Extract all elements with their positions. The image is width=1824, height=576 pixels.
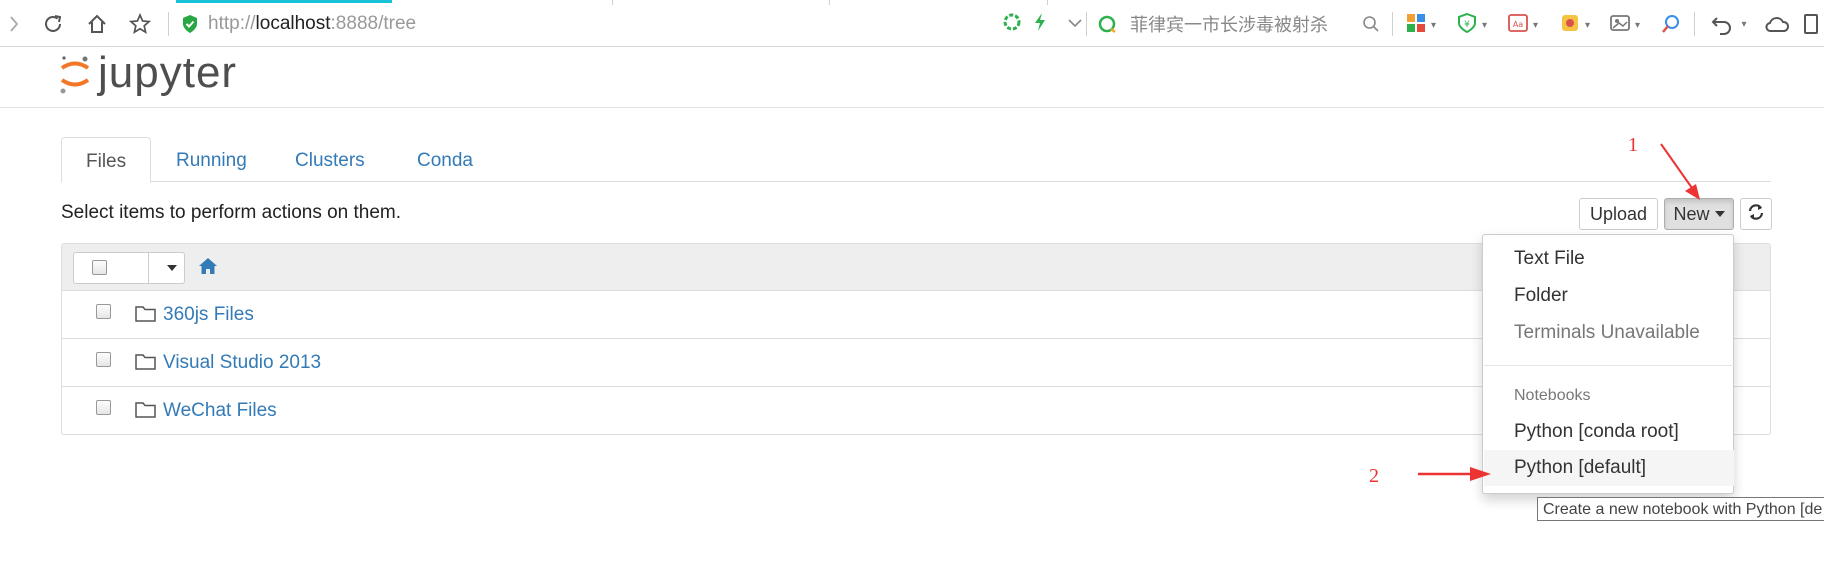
folder-icon [135, 401, 156, 423]
apps-grid-icon [1405, 12, 1427, 39]
jupyter-logo[interactable]: jupyter [58, 49, 237, 97]
logo-text: jupyter [98, 48, 238, 97]
search-icon[interactable] [1360, 10, 1382, 38]
refresh-icon [1747, 203, 1765, 226]
undo-icon[interactable] [1708, 10, 1736, 38]
new-dropdown-menu: Text File Folder Terminals Unavailable N… [1482, 234, 1734, 494]
menu-item-terminals: Terminals Unavailable [1514, 322, 1700, 343]
search-field[interactable]: 菲律宾一市长涉毒被射杀 [1096, 12, 1386, 36]
refresh-button[interactable] [1740, 198, 1772, 230]
lightning-icon[interactable] [1033, 12, 1047, 37]
screenshot-extension[interactable]: ▾ [1609, 12, 1640, 39]
menu-item-folder[interactable]: Folder [1484, 278, 1734, 314]
new-button-label: New [1673, 203, 1710, 224]
chevron-down-icon: ▾ [1482, 20, 1488, 31]
upload-button[interactable]: Upload [1579, 198, 1658, 230]
image-icon [1609, 12, 1631, 39]
jupyter-header: jupyter [0, 47, 1824, 108]
apps-extension[interactable]: ▾ [1405, 12, 1436, 39]
tab-running[interactable]: Running [152, 137, 271, 182]
file-link[interactable]: WeChat Files [163, 400, 277, 422]
bookmark-star-icon[interactable] [125, 10, 155, 38]
tab-conda[interactable]: Conda [393, 137, 497, 182]
chevron-down-icon: ▾ [1635, 20, 1641, 31]
pdf-icon: Aa [1507, 12, 1529, 39]
active-tab-indicator [176, 0, 392, 3]
svg-text:Aa: Aa [1513, 20, 1523, 29]
cloud-icon[interactable] [1762, 10, 1792, 38]
address-bar[interactable]: http://localhost:8888/tree [208, 13, 416, 35]
search-placeholder: 菲律宾一市长涉毒被射杀 [1130, 15, 1328, 35]
browser-toolbar: http://localhost:8888/tree 菲律宾一市长涉毒被射杀 ▾… [0, 0, 1824, 47]
address-dropdown-icon[interactable] [1067, 16, 1083, 34]
pdf-extension[interactable]: Aa ▾ [1507, 12, 1538, 39]
menu-item-text-file[interactable]: Text File [1484, 241, 1734, 277]
selection-hint: Select items to perform actions on them. [61, 202, 402, 223]
tooltip: Create a new notebook with Python [de [1537, 497, 1824, 521]
window-icon[interactable] [1800, 10, 1822, 38]
select-all-checkbox[interactable] [92, 260, 107, 275]
select-all-group[interactable] [73, 252, 185, 284]
home-breadcrumb-icon[interactable] [198, 257, 218, 280]
menu-item-python-default[interactable]: Python [default] [1484, 450, 1734, 486]
shield-yuan-icon: ¥ [1456, 12, 1478, 39]
page: http://localhost:8888/tree 菲律宾一市长涉毒被射杀 ▾… [0, 0, 1824, 576]
jupyter-logo-icon [58, 51, 92, 95]
file-link[interactable]: 360js Files [163, 304, 254, 326]
secure-shield-icon [181, 14, 199, 39]
chevron-down-icon: ▾ [1431, 20, 1437, 31]
tab-clusters[interactable]: Clusters [271, 137, 389, 182]
row-checkbox[interactable] [96, 304, 111, 319]
chevron-down-icon: ▾ [1533, 20, 1539, 31]
tab-bar: Files Running Clusters Conda [61, 137, 1771, 183]
annotation-step-2: 2 [1369, 465, 1379, 487]
security-extension[interactable]: ¥ ▾ [1456, 12, 1487, 39]
menu-section-notebooks: Notebooks [1514, 387, 1591, 404]
folder-icon [135, 305, 156, 327]
select-dropdown-caret-icon[interactable] [167, 265, 177, 271]
menu-item-python-conda-root[interactable]: Python [conda root] [1484, 414, 1734, 450]
annotation-step-1: 1 [1628, 134, 1638, 156]
caret-down-icon [1714, 211, 1725, 217]
folder-icon [135, 353, 156, 375]
magnifier-tool-icon[interactable] [1658, 10, 1684, 38]
chevron-down-icon[interactable]: ▾ [1738, 10, 1750, 38]
row-checkbox[interactable] [96, 352, 111, 367]
file-link[interactable]: Visual Studio 2013 [163, 352, 321, 374]
game-extension[interactable]: ▾ [1559, 12, 1590, 39]
reload-icon[interactable] [38, 10, 68, 38]
chevron-down-icon: ▾ [1585, 20, 1591, 31]
tab-files[interactable]: Files [61, 137, 152, 183]
speed-icon[interactable] [1003, 13, 1021, 36]
row-checkbox[interactable] [96, 400, 111, 415]
new-button[interactable]: New [1664, 198, 1734, 230]
game-icon [1559, 12, 1581, 39]
svg-text:¥: ¥ [1464, 20, 1470, 30]
forward-icon[interactable] [4, 10, 24, 38]
home-icon[interactable] [82, 10, 112, 38]
search-engine-icon [1098, 15, 1120, 40]
